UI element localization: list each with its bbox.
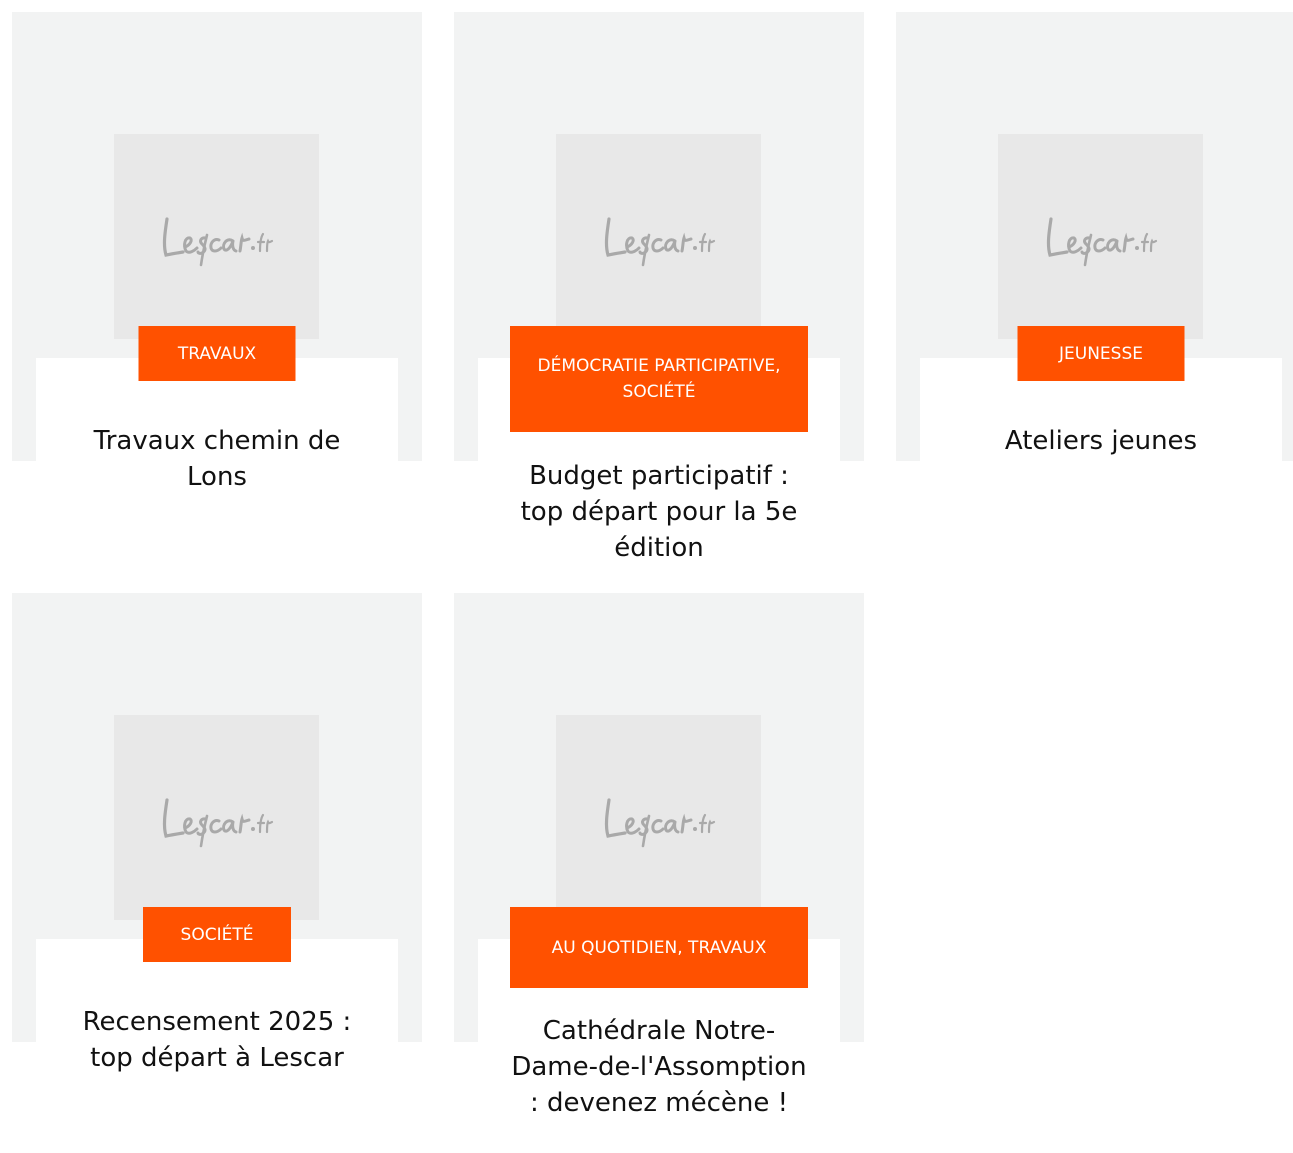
article-title[interactable]: Budget participatif : top départ pour la… [504,458,814,566]
article-thumbnail[interactable] [114,134,319,339]
article-title[interactable]: Recensement 2025 : top départ à Lescar [62,1004,372,1076]
lescar-logo [1046,216,1157,266]
lescar-logo [162,797,273,847]
article-title[interactable]: Cathédrale Notre-Dame-de-l'Assomption : … [504,1013,814,1121]
article-title[interactable]: Ateliers jeunes [946,423,1256,459]
article-thumbnail[interactable] [556,715,761,920]
category-tag[interactable]: SOCIÉTÉ [143,907,291,962]
category-tag[interactable]: TRAVAUX [138,326,296,381]
article-thumbnail[interactable] [998,134,1203,339]
article-title[interactable]: Travaux chemin de Lons [62,423,372,495]
lescar-logo [604,216,715,266]
article-thumbnail[interactable] [556,134,761,339]
category-tag[interactable]: DÉMOCRATIE PARTICIPATIVE, SOCIÉTÉ [510,326,808,432]
article-thumbnail[interactable] [114,715,319,920]
lescar-logo [604,797,715,847]
news-grid: TRAVAUX Travaux chemin de Lons DÉMOCRATI… [0,0,1293,1153]
category-tag[interactable]: AU QUOTIDIEN, TRAVAUX [510,907,808,988]
lescar-logo [162,216,273,266]
category-tag[interactable]: JEUNESSE [1017,326,1185,381]
